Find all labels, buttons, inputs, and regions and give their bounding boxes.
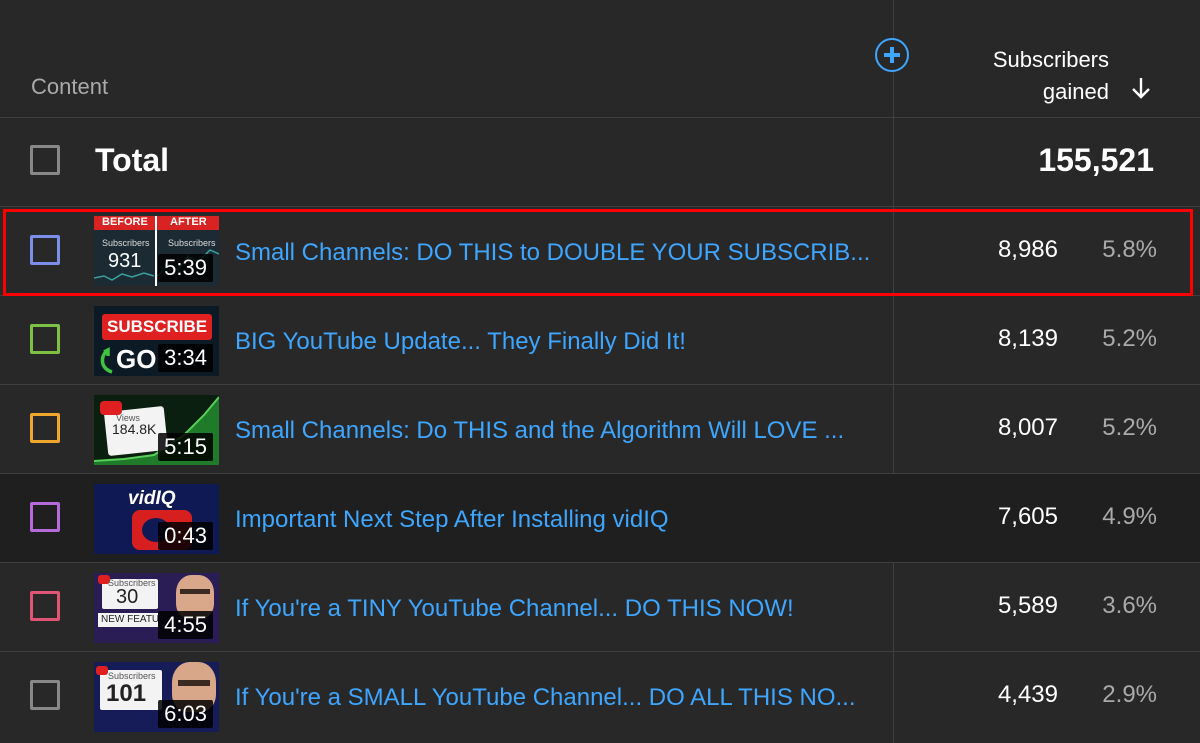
- thumb-vidiq-logo: vidIQ: [128, 488, 176, 509]
- row-checkbox[interactable]: [30, 324, 60, 354]
- subscribers-value: 8,139: [997, 325, 1058, 352]
- table-row[interactable]: vidIQ 0:43 Important Next Step After Ins…: [0, 474, 1200, 563]
- subscribers-value: 4,439: [997, 681, 1058, 708]
- table-header: Content Subscribers gained: [0, 0, 1200, 118]
- arrow-down-icon[interactable]: [1130, 76, 1152, 100]
- video-title-link[interactable]: If You're a TINY YouTube Channel... DO T…: [235, 595, 794, 623]
- row-checkbox[interactable]: [30, 591, 60, 621]
- video-duration: 3:34: [158, 344, 213, 372]
- subscribers-value: 8,007: [997, 414, 1058, 441]
- total-label: Total: [95, 142, 170, 178]
- total-row: Total 155,521: [0, 118, 1200, 207]
- table-row[interactable]: SUBSCRIBE GO 3:34 BIG YouTube Update... …: [0, 296, 1200, 385]
- video-title-link[interactable]: Small Channels: Do THIS and the Algorith…: [235, 417, 844, 445]
- subscribers-percent: 4.9%: [1102, 503, 1157, 530]
- video-thumbnail[interactable]: Views 184.8K 5:15: [94, 395, 219, 465]
- metric-label-line2: gained: [1042, 79, 1109, 104]
- video-title-link[interactable]: Important Next Step After Installing vid…: [235, 506, 669, 534]
- thumb-subscribe-banner: SUBSCRIBE: [107, 317, 208, 336]
- table-row[interactable]: Views 184.8K 5:15 Small Channels: Do THI…: [0, 385, 1200, 474]
- video-thumbnail[interactable]: Subscribers 30 NEW FEATU 4:55: [94, 573, 219, 643]
- total-checkbox[interactable]: [30, 145, 60, 175]
- subscribers-percent: 5.2%: [1102, 325, 1157, 352]
- total-value: 155,521: [1038, 142, 1154, 178]
- subscribers-value: 7,605: [997, 503, 1058, 530]
- video-thumbnail[interactable]: SUBSCRIBE GO 3:34: [94, 306, 219, 376]
- highlight-box: [3, 209, 1193, 296]
- plus-circle-icon[interactable]: [875, 38, 909, 72]
- thumb-count: 101: [106, 680, 147, 707]
- thumb-feature-label: NEW FEATU: [101, 614, 160, 625]
- subscribers-percent: 2.9%: [1102, 681, 1157, 708]
- thumb-gone-text: GO: [116, 344, 157, 374]
- video-duration: 0:43: [158, 522, 213, 550]
- video-duration: 5:15: [158, 433, 213, 461]
- row-checkbox[interactable]: [30, 502, 60, 532]
- row-checkbox[interactable]: [30, 680, 60, 710]
- subscribers-percent: 5.2%: [1102, 414, 1157, 441]
- thumb-views-count: 184.8K: [112, 421, 157, 437]
- subscribers-percent: 3.6%: [1102, 592, 1157, 619]
- content-column-header: Content: [31, 74, 109, 99]
- video-thumbnail[interactable]: vidIQ 0:43: [94, 484, 219, 554]
- subscribers-gained-column-header[interactable]: Subscribers gained: [909, 44, 1109, 108]
- video-title-link[interactable]: BIG YouTube Update... They Finally Did I…: [235, 328, 686, 356]
- video-thumbnail[interactable]: Subscribers 101 6:03: [94, 662, 219, 732]
- video-duration: 4:55: [158, 611, 213, 639]
- subscribers-value: 5,589: [997, 592, 1058, 619]
- video-duration: 6:03: [158, 700, 213, 728]
- row-checkbox[interactable]: [30, 413, 60, 443]
- metric-label-line1: Subscribers: [992, 47, 1109, 72]
- table-row[interactable]: Subscribers 101 6:03 If You're a SMALL Y…: [0, 652, 1200, 740]
- table-row[interactable]: Subscribers 30 NEW FEATU 4:55 If You're …: [0, 563, 1200, 652]
- thumb-count: 30: [116, 586, 139, 608]
- video-title-link[interactable]: If You're a SMALL YouTube Channel... DO …: [235, 684, 856, 712]
